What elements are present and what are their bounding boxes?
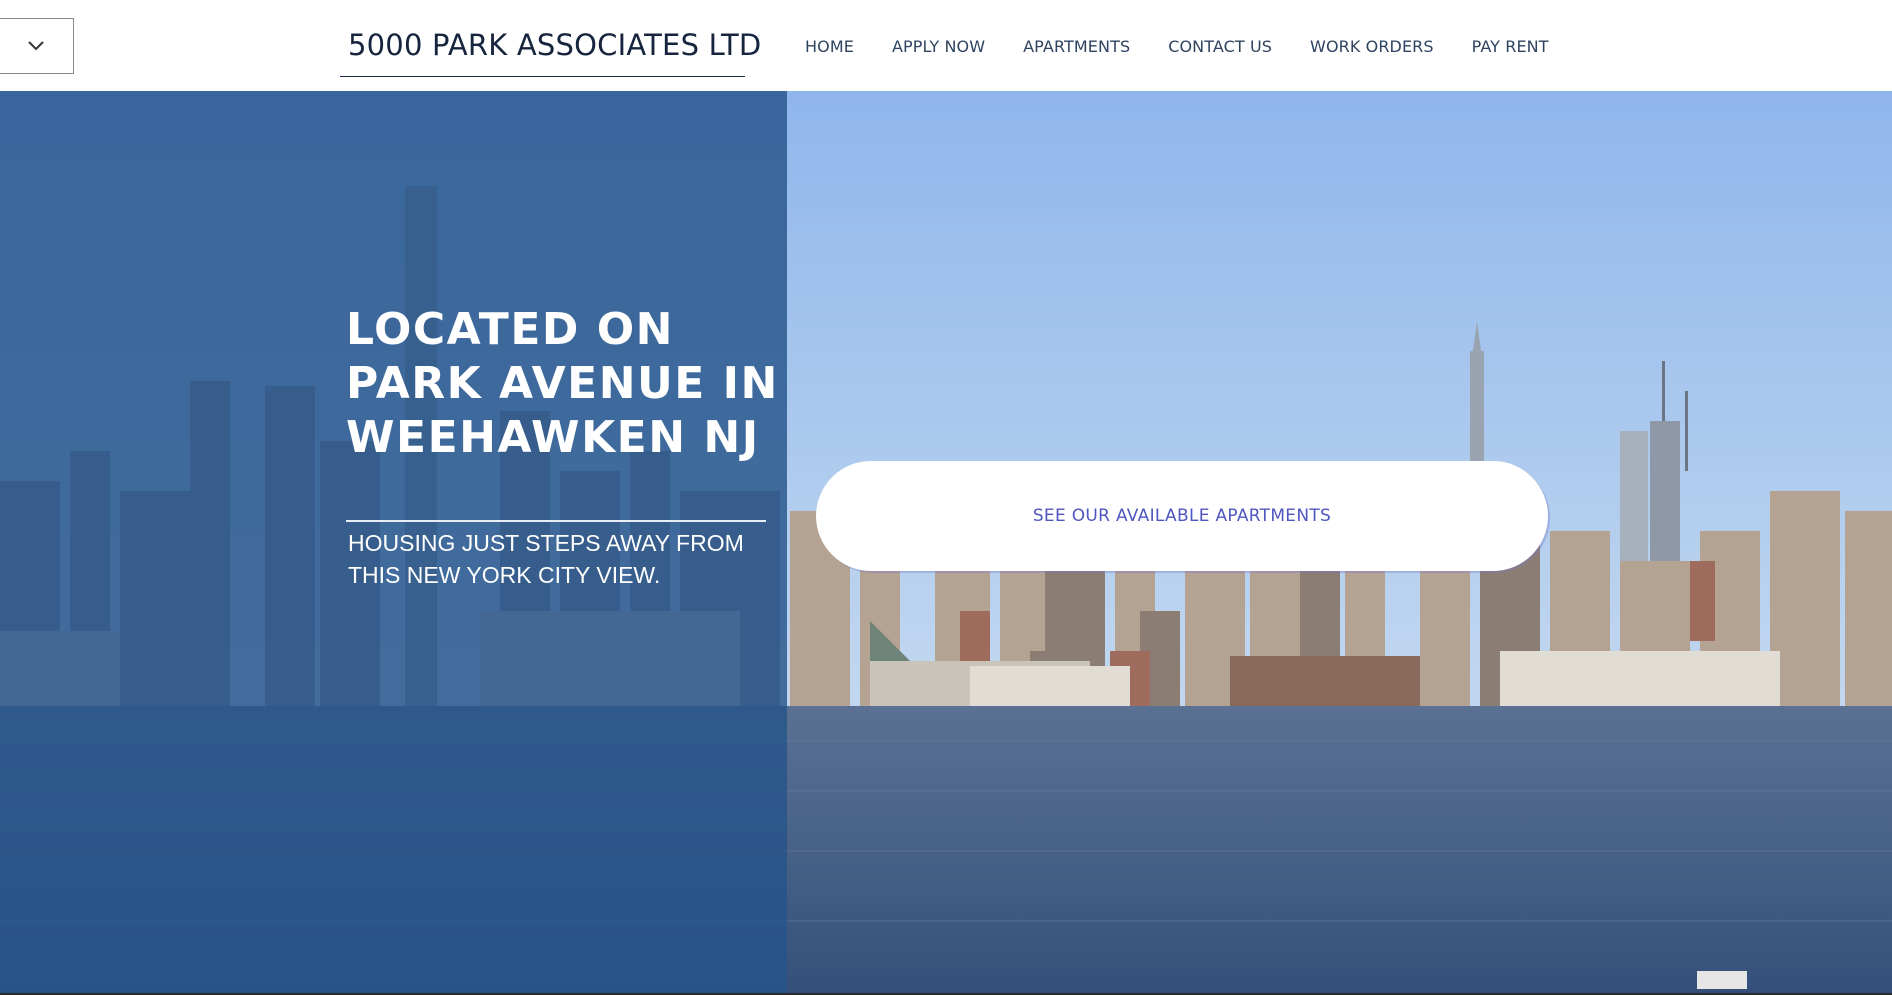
brand-name: 5000 PARK ASSOCIATES LTD xyxy=(348,28,762,62)
nav-apartments[interactable]: APARTMENTS xyxy=(1004,36,1149,58)
nav-pay-rent[interactable]: PAY RENT xyxy=(1453,36,1568,58)
hero-section: LOCATED ON PARK AVENUE IN WEEHAWKEN NJ H… xyxy=(0,91,1892,995)
hero-divider xyxy=(346,520,766,522)
nav-work-orders[interactable]: WORK ORDERS xyxy=(1291,36,1453,58)
nav-contact-us[interactable]: CONTACT US xyxy=(1149,36,1291,58)
hero-headline: LOCATED ON PARK AVENUE IN WEEHAWKEN NJ xyxy=(346,304,779,463)
menu-dropdown[interactable] xyxy=(0,18,74,74)
main-nav: HOME APPLY NOW APARTMENTS CONTACT US WOR… xyxy=(786,36,1568,58)
chevron-down-icon xyxy=(28,41,44,51)
see-available-apartments-button[interactable]: SEE OUR AVAILABLE APARTMENTS xyxy=(816,461,1548,571)
hero-subheadline: HOUSING JUST STEPS AWAY FROM THIS NEW YO… xyxy=(348,530,744,588)
site-header: 5000 PARK ASSOCIATES LTD HOME APPLY NOW … xyxy=(0,0,1892,91)
brand-logo[interactable]: 5000 PARK ASSOCIATES LTD xyxy=(340,22,761,77)
nav-home[interactable]: HOME xyxy=(786,36,873,58)
nav-apply-now[interactable]: APPLY NOW xyxy=(873,36,1004,58)
